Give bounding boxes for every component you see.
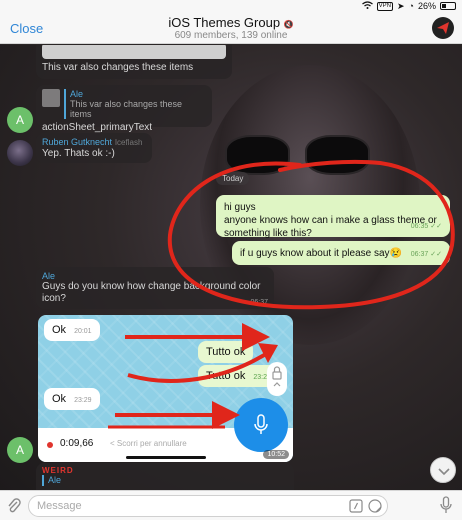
chat-header: Close iOS Themes Group 🔇 609 members, 13… (0, 12, 462, 44)
microphone-icon[interactable] (440, 496, 452, 519)
chat-title[interactable]: iOS Themes Group 🔇 (0, 15, 462, 30)
reply-text: This var also changes these items (69, 99, 183, 119)
message-field[interactable] (28, 495, 388, 517)
home-indicator (126, 456, 206, 459)
status-indicators: VPN ➤ ◔ 26% (361, 0, 456, 12)
chat-title-text: iOS Themes Group (168, 15, 281, 30)
alarm-icon: ◔ (408, 1, 414, 11)
wifi-icon (361, 1, 373, 11)
microphone-icon (254, 414, 268, 434)
wallpaper-sunglasses (225, 135, 375, 175)
scroll-down-button[interactable] (430, 457, 456, 483)
photo-bubble: Ok 23:29 (44, 388, 100, 410)
message-text: Yep. Thats ok :-) (42, 148, 115, 159)
message-time: 06:37 (250, 299, 268, 306)
message-bubble-outgoing[interactable]: hi guys anyone knows how can i make a gl… (216, 195, 450, 239)
chat-area[interactable]: This var also changes these items A Ale … (0, 45, 462, 490)
message-input[interactable] (37, 496, 337, 516)
message-bubble[interactable]: This var also changes these items (36, 45, 232, 79)
sticker-icon[interactable] (368, 499, 382, 518)
photo-bubble-text: Ok (52, 393, 67, 405)
microphone-button (234, 398, 288, 452)
message-composer (0, 490, 462, 520)
sender-name: Ale (42, 271, 56, 281)
recording-dot (47, 442, 53, 448)
photo-time: 10:52 (263, 450, 289, 459)
message-label: WEIRD (42, 466, 74, 475)
vpn-badge: VPN (376, 1, 393, 11)
message-bubble[interactable]: Ale Guys do you know how change backgrou… (36, 267, 274, 309)
photo-bubble-text: Ok (52, 324, 67, 336)
avatar[interactable]: A (7, 437, 33, 463)
message-media-preview (42, 45, 226, 59)
message-reply[interactable]: Ale This var also changes these items (42, 89, 206, 119)
battery-icon (440, 2, 456, 10)
mute-icon: 🔇 (283, 20, 294, 29)
sender-tag: Iceflash (114, 138, 143, 147)
reply-bar: Ale (42, 475, 288, 486)
avatar-letter: A (15, 113, 24, 127)
message-bubble[interactable]: WEIRD Ale (36, 463, 294, 490)
photo-bubble-text: Tutto ok (206, 346, 246, 358)
reply-name: Ale (48, 475, 62, 485)
message-time: 06:35 ✓✓ (410, 223, 442, 230)
attach-icon[interactable] (7, 497, 21, 520)
chat-subtitle: 609 members, 139 online (174, 30, 288, 41)
message-bubble[interactable]: Ale This var also changes these items ac… (36, 85, 212, 133)
battery-percent: 26% (417, 1, 436, 11)
chevron-down-icon (438, 468, 450, 476)
message-bubble[interactable]: Ruben Gutknecht Iceflash Yep. Thats ok :… (36, 133, 152, 163)
group-avatar[interactable] (432, 17, 454, 39)
avatar[interactable] (7, 140, 33, 166)
recording-duration: 0:09,66 (60, 438, 94, 449)
message-text: hi guys anyone knows how can i make a gl… (224, 202, 437, 239)
slide-to-cancel-hint: < Scorri per annullare (110, 439, 187, 448)
avatar-letter: A (15, 443, 24, 457)
lock-icon (272, 366, 282, 387)
avatar[interactable]: A (7, 107, 33, 133)
reply-name: Ale (69, 89, 83, 99)
date-separator: Today (216, 172, 250, 185)
message-photo[interactable]: Ok 20:01 Tutto ok Tutto ok 23:28 Ok 23:29 0… (38, 315, 293, 462)
bot-command-icon[interactable] (349, 499, 363, 518)
location-icon: ➤ (397, 0, 405, 11)
message-time: 06:37 ✓✓ (410, 251, 442, 258)
reply-thumbnail (42, 89, 60, 107)
sender-name: Ruben Gutknecht (42, 137, 113, 147)
message-text: actionSheet_primaryText (42, 122, 153, 133)
photo-bubble-time: 23:29 (74, 397, 92, 404)
photo-bubble-outgoing: Tutto ok (198, 341, 254, 363)
status-bar: VPN ➤ ◔ 26% (0, 0, 462, 12)
message-text: This var also changes these items (42, 62, 194, 73)
reply-bar: Ale This var also changes these items (63, 89, 206, 119)
message-bubble-outgoing[interactable]: if u guys know about it please say😢 06:3… (232, 241, 450, 265)
paper-plane-icon (437, 22, 449, 34)
photo-bubble-time: 20:01 (74, 328, 92, 335)
message-text: Guys do you know how change background c… (42, 281, 261, 304)
photo-bubble-text: Tutto ok (206, 370, 246, 382)
photo-bubble: Ok 20:01 (44, 319, 100, 341)
lock-recording-pill (267, 362, 287, 396)
